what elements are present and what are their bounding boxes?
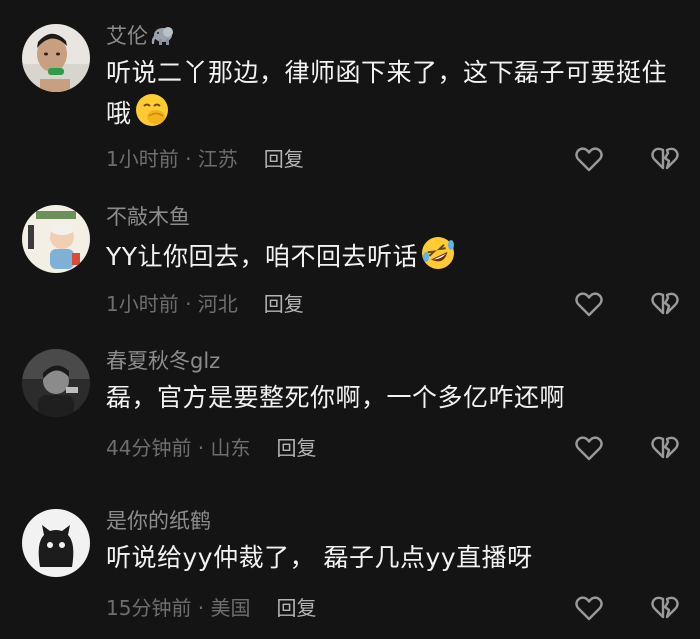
comment-meta: 15分钟前 · 美国 回复 bbox=[106, 593, 317, 623]
broken-heart-icon bbox=[650, 593, 680, 623]
dislike-button[interactable] bbox=[650, 433, 680, 463]
broken-heart-icon bbox=[650, 433, 680, 463]
broken-heart-icon bbox=[650, 289, 680, 319]
timestamp-location: 15分钟前 · 美国 bbox=[106, 596, 251, 620]
username[interactable]: 艾伦 bbox=[106, 22, 676, 50]
timestamp-location: 1小时前 · 河北 bbox=[106, 292, 238, 316]
comment-text: 听说给yy仲裁了， 磊子几点yy直播呀 bbox=[106, 539, 676, 577]
comment-item: 艾伦 听说二丫那边，律师函下来了，这下磊子可要挺住哦 1小时前 · 江苏 回复 bbox=[0, 22, 700, 182]
comment-meta: 1小时前 · 河北 回复 bbox=[106, 289, 304, 319]
heart-outline-icon bbox=[574, 593, 604, 623]
heart-outline-icon bbox=[574, 289, 604, 319]
comment-text: 听说二丫那边，律师函下来了，这下磊子可要挺住哦 bbox=[106, 54, 676, 139]
comment-text-content: 听说二丫那边，律师函下来了，这下磊子可要挺住哦 bbox=[106, 58, 668, 128]
username-text: 艾伦 bbox=[106, 24, 148, 48]
comment-list: 艾伦 听说二丫那边，律师函下来了，这下磊子可要挺住哦 1小时前 · 江苏 回复 … bbox=[0, 0, 700, 639]
username-text: 春夏秋冬glz bbox=[106, 349, 221, 373]
comment-body: 艾伦 听说二丫那边，律师函下来了，这下磊子可要挺住哦 bbox=[106, 22, 676, 139]
like-button[interactable] bbox=[574, 593, 604, 623]
comment-body: 春夏秋冬glz 磊，官方是要整死你啊，一个多亿咋还啊 bbox=[106, 347, 676, 417]
comment-text-content: 磊，官方是要整死你啊，一个多亿咋还啊 bbox=[106, 383, 566, 412]
face-with-hand-over-mouth-emoji bbox=[134, 92, 170, 139]
comment-body: 是你的纸鹤 听说给yy仲裁了， 磊子几点yy直播呀 bbox=[106, 507, 676, 577]
like-button[interactable] bbox=[574, 433, 604, 463]
avatar[interactable] bbox=[22, 509, 90, 577]
comment-text: YY让你回去，咱不回去听话 bbox=[106, 235, 676, 282]
username-text: 不敲木鱼 bbox=[106, 205, 190, 229]
like-button[interactable] bbox=[574, 289, 604, 319]
avatar[interactable] bbox=[22, 205, 90, 273]
dislike-button[interactable] bbox=[650, 144, 680, 174]
username[interactable]: 春夏秋冬glz bbox=[106, 347, 676, 375]
dislike-button[interactable] bbox=[650, 593, 680, 623]
comment-text: 磊，官方是要整死你啊，一个多亿咋还啊 bbox=[106, 379, 676, 417]
heart-outline-icon bbox=[574, 144, 604, 174]
reply-button[interactable]: 回复 bbox=[277, 436, 317, 460]
timestamp-location: 1小时前 · 江苏 bbox=[106, 147, 238, 171]
avatar[interactable] bbox=[22, 24, 90, 92]
username-text: 是你的纸鹤 bbox=[106, 509, 211, 533]
comment-text-content: 听说给yy仲裁了， 磊子几点yy直播呀 bbox=[106, 543, 533, 572]
username[interactable]: 不敲木鱼 bbox=[106, 203, 676, 231]
elephant-icon bbox=[150, 24, 176, 53]
reply-button[interactable]: 回复 bbox=[264, 147, 304, 171]
comment-item: 不敲木鱼 YY让你回去，咱不回去听话 1小时前 · 河北 回复 bbox=[0, 203, 700, 323]
heart-outline-icon bbox=[574, 433, 604, 463]
comment-meta: 44分钟前 · 山东 回复 bbox=[106, 433, 317, 463]
comment-meta: 1小时前 · 江苏 回复 bbox=[106, 144, 304, 174]
comment-body: 不敲木鱼 YY让你回去，咱不回去听话 bbox=[106, 203, 676, 282]
broken-heart-icon bbox=[650, 144, 680, 174]
dislike-button[interactable] bbox=[650, 289, 680, 319]
username[interactable]: 是你的纸鹤 bbox=[106, 507, 676, 535]
avatar[interactable] bbox=[22, 349, 90, 417]
comment-item: 春夏秋冬glz 磊，官方是要整死你啊，一个多亿咋还啊 44分钟前 · 山东 回复 bbox=[0, 347, 700, 467]
comment-text-content: YY让你回去，咱不回去听话 bbox=[106, 242, 419, 271]
reply-button[interactable]: 回复 bbox=[277, 596, 317, 620]
like-button[interactable] bbox=[574, 144, 604, 174]
timestamp-location: 44分钟前 · 山东 bbox=[106, 436, 251, 460]
reply-button[interactable]: 回复 bbox=[264, 292, 304, 316]
rolling-on-floor-laughing-emoji bbox=[420, 235, 456, 282]
comment-item: 是你的纸鹤 听说给yy仲裁了， 磊子几点yy直播呀 15分钟前 · 美国 回复 bbox=[0, 507, 700, 627]
